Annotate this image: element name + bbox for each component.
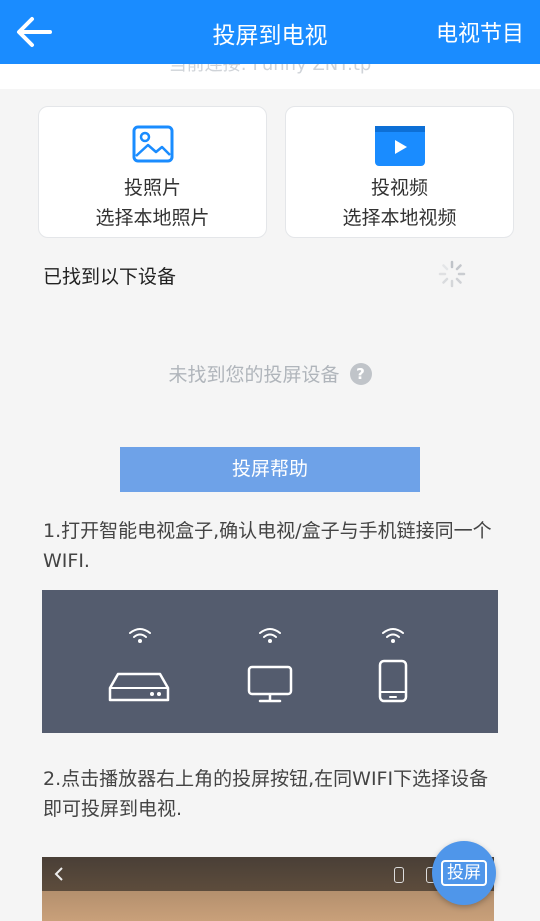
wifi-icon	[129, 628, 151, 643]
player-example-screenshot	[42, 857, 494, 921]
no-devices-message: 未找到您的投屏设备?	[0, 360, 540, 387]
loading-spinner-icon	[438, 260, 466, 288]
cast-photo-subtitle: 选择本地照片	[95, 207, 210, 229]
devices-found-label: 已找到以下设备	[43, 266, 177, 288]
connection-status-strip: 当前连接: Funny ZNT.tp	[0, 64, 540, 89]
tv-box-icon	[108, 672, 170, 702]
player-top-bar	[42, 857, 494, 891]
top-app-bar: 投屏到电视 电视节目	[0, 0, 540, 64]
no-devices-text: 未找到您的投屏设备	[168, 364, 340, 386]
image-icon	[132, 125, 173, 163]
cast-video-card[interactable]: 投视频 选择本地视频	[285, 106, 514, 238]
cast-help-button[interactable]: 投屏帮助	[120, 447, 420, 492]
cast-video-subtitle: 选择本地视频	[342, 207, 457, 229]
floating-cast-button[interactable]: 投屏	[432, 841, 496, 905]
wifi-devices-illustration	[42, 590, 498, 733]
wifi-icon	[382, 628, 404, 643]
phone-icon	[378, 659, 408, 703]
cast-photo-card[interactable]: 投照片 选择本地照片	[38, 106, 267, 238]
floating-cast-label: 投屏	[441, 860, 487, 886]
player-chip	[394, 867, 404, 883]
tv-monitor-icon	[247, 665, 293, 703]
tv-programs-link[interactable]: 电视节目	[436, 16, 524, 48]
chevron-left-icon	[54, 867, 63, 881]
step-1-text: 1.打开智能电视盒子,确认电视/盒子与手机链接同一个WIFI.	[43, 520, 492, 572]
cast-video-title: 投视频	[370, 177, 428, 199]
connection-status-text: 当前连接: Funny ZNT.tp	[168, 64, 372, 75]
step-2-text: 2.点击播放器右上角的投屏按钮,在同WIFI下选择设备即可投屏到电视.	[43, 768, 489, 820]
video-play-icon	[374, 126, 425, 166]
cast-photo-title: 投照片	[123, 177, 181, 199]
help-question-icon[interactable]: ?	[349, 363, 372, 385]
wifi-icon	[259, 628, 281, 643]
